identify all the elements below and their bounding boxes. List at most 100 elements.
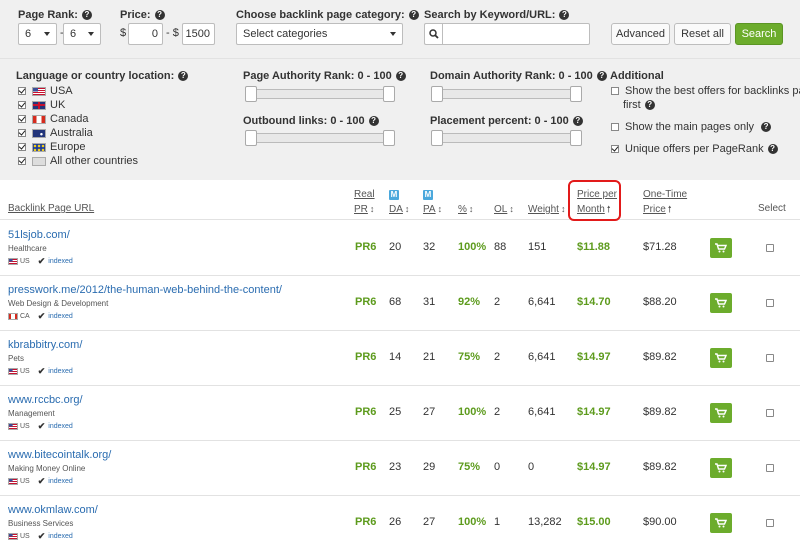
backlink-url-link[interactable]: www.okmlaw.com/ (8, 504, 98, 516)
country-flag-icon (8, 368, 18, 375)
select-checkbox[interactable] (766, 244, 774, 252)
help-icon[interactable]: ? (178, 71, 189, 81)
help-icon[interactable]: ? (572, 116, 583, 126)
weight-value: 0 (528, 461, 535, 473)
backlink-url-link[interactable]: kbrabbitry.com/ (8, 339, 82, 351)
ol-value: 1 (494, 516, 501, 528)
checkbox[interactable] (611, 123, 619, 131)
domain-authority-slider[interactable] (431, 86, 582, 102)
help-icon[interactable]: ? (559, 10, 570, 20)
help-icon[interactable]: ? (644, 100, 655, 110)
col-da[interactable]: M DA ↕ (389, 188, 409, 217)
da-value: 14 (389, 351, 402, 363)
price-from-input[interactable]: 0 (128, 23, 163, 45)
backlink-url-link[interactable]: presswork.me/2012/the-human-web-behind-t… (8, 284, 282, 296)
indexed-link[interactable]: indexed (48, 533, 73, 540)
add-to-cart-button[interactable] (710, 238, 732, 258)
category-text: Making Money Online (8, 464, 86, 473)
moz-icon: M (423, 190, 433, 200)
select-checkbox[interactable] (766, 354, 774, 362)
best-offers-option[interactable]: Show the best offers for backlinks pages (611, 85, 800, 97)
help-icon[interactable]: ? (81, 10, 92, 20)
add-to-cart-button[interactable] (710, 348, 732, 368)
placement-percent-slider[interactable] (431, 130, 582, 146)
slider-handle-min[interactable] (431, 130, 443, 146)
slider-handle-max[interactable] (570, 86, 582, 102)
language-option-other[interactable]: All other countries (18, 155, 138, 167)
col-percent[interactable]: % ↕ (458, 202, 473, 217)
unique-offers-option[interactable]: Unique offers per PageRank? (611, 143, 778, 155)
outbound-links-slider[interactable] (245, 130, 395, 146)
col-url[interactable]: Backlink Page URL (8, 202, 94, 216)
main-pages-option[interactable]: Show the main pages only? (611, 121, 772, 133)
page-authority-slider[interactable] (245, 86, 395, 102)
select-checkbox[interactable] (766, 519, 774, 527)
page-rank-to-select[interactable]: 6 (63, 23, 101, 45)
col-weight[interactable]: Weight ↕ (528, 202, 565, 217)
ol-value: 0 (494, 461, 501, 473)
slider-handle-max[interactable] (383, 130, 395, 146)
price-per-month-value: $14.97 (577, 406, 611, 418)
price-to-input[interactable]: 1500 (182, 23, 215, 45)
add-to-cart-button[interactable] (710, 403, 732, 423)
help-icon[interactable]: ? (596, 71, 607, 81)
one-time-price-value: $89.82 (643, 351, 677, 363)
help-icon[interactable]: ? (395, 71, 406, 81)
placement-percent-label: Placement percent: 0 - 100? (430, 115, 583, 127)
backlink-url-link[interactable]: 51lsjob.com/ (8, 229, 70, 241)
col-ol[interactable]: OL ↕ (494, 202, 514, 217)
row-meta: US ✔ indexed (8, 366, 73, 377)
advanced-button[interactable]: Advanced (611, 23, 670, 45)
slider-handle-min[interactable] (245, 86, 257, 102)
language-option-uk[interactable]: UK (18, 99, 65, 111)
category-select[interactable]: Select categories (236, 23, 403, 45)
backlink-url-link[interactable]: www.bitecointalk.org/ (8, 449, 111, 461)
checkbox[interactable] (611, 145, 619, 153)
one-time-price-value: $71.28 (643, 241, 677, 253)
checkbox[interactable] (18, 143, 26, 151)
select-checkbox[interactable] (766, 409, 774, 417)
indexed-link[interactable]: indexed (48, 313, 73, 320)
checkbox[interactable] (611, 87, 619, 95)
checkbox[interactable] (18, 157, 26, 165)
col-real-pr[interactable]: Real PR ↕ (354, 188, 375, 217)
indexed-link[interactable]: indexed (48, 478, 73, 485)
checkbox[interactable] (18, 101, 26, 109)
slider-handle-min[interactable] (245, 130, 257, 146)
checkbox[interactable] (18, 115, 26, 123)
slider-handle-max[interactable] (570, 130, 582, 146)
col-one-time-price[interactable]: One-Time Price 🠕 (643, 188, 687, 217)
indexed-link[interactable]: indexed (48, 423, 73, 430)
help-icon[interactable]: ? (154, 10, 165, 20)
col-pa[interactable]: M PA ↕ (423, 188, 442, 217)
slider-handle-min[interactable] (431, 86, 443, 102)
checkbox[interactable] (18, 129, 26, 137)
search-button[interactable]: Search (735, 23, 783, 45)
help-icon[interactable]: ? (368, 116, 379, 126)
language-option-europe[interactable]: Europe (18, 141, 85, 153)
backlink-url-link[interactable]: www.rccbc.org/ (8, 394, 83, 406)
indexed-link[interactable]: indexed (48, 258, 73, 265)
select-checkbox[interactable] (766, 299, 774, 307)
additional-label: Additional (610, 70, 664, 82)
checkbox[interactable] (18, 87, 26, 95)
slider-handle-max[interactable] (383, 86, 395, 102)
price-per-month-value: $14.97 (577, 351, 611, 363)
reset-all-button[interactable]: Reset all (674, 23, 731, 45)
search-input[interactable] (442, 23, 590, 45)
select-checkbox[interactable] (766, 464, 774, 472)
language-option-usa[interactable]: USA (18, 85, 73, 97)
page-rank-from-select[interactable]: 6 (18, 23, 57, 45)
help-icon[interactable]: ? (761, 122, 772, 132)
language-option-canada[interactable]: Canada (18, 113, 89, 125)
ca-flag-icon (32, 114, 46, 124)
language-option-australia[interactable]: Australia (18, 127, 93, 139)
add-to-cart-button[interactable] (710, 293, 732, 313)
da-value: 26 (389, 516, 402, 528)
help-icon[interactable]: ? (408, 10, 419, 20)
category-text: Business Services (8, 519, 74, 528)
indexed-link[interactable]: indexed (48, 368, 73, 375)
help-icon[interactable]: ? (767, 144, 778, 154)
add-to-cart-button[interactable] (710, 513, 732, 533)
add-to-cart-button[interactable] (710, 458, 732, 478)
